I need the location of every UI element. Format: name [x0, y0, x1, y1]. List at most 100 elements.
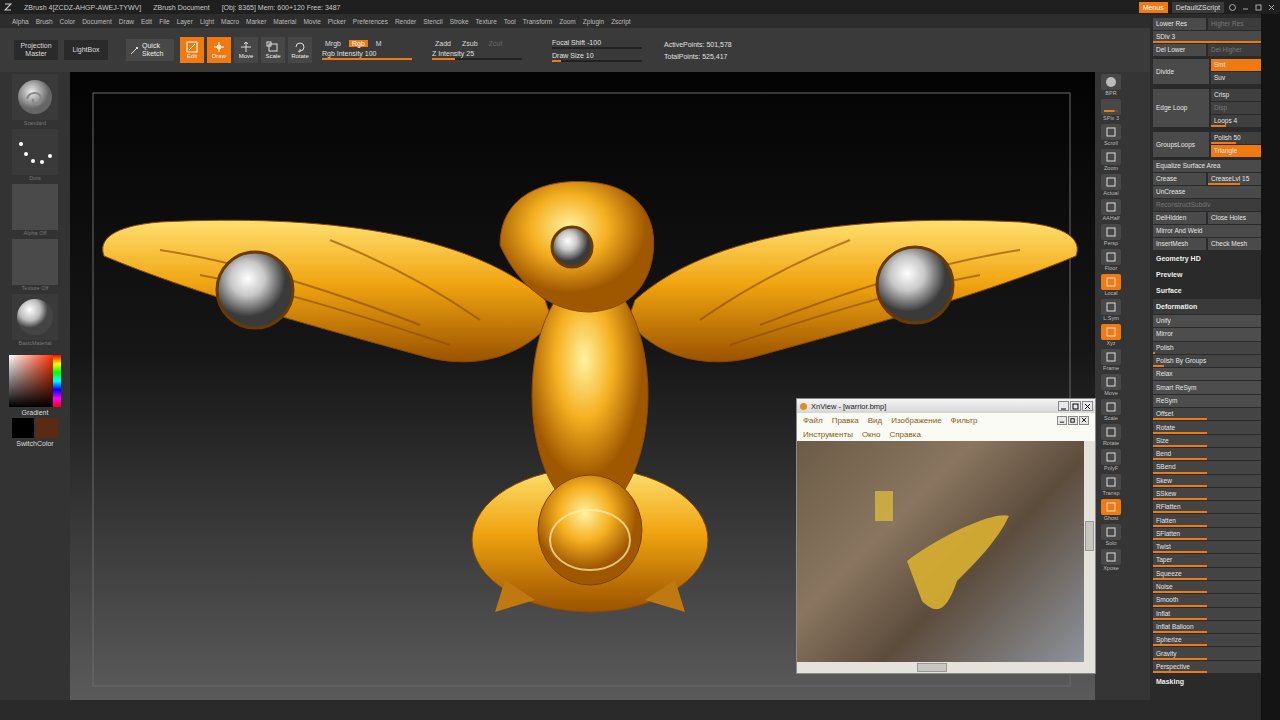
xnview-window[interactable]: XnView - [warrior.bmp]ФайлПравкаВидИзобр…: [796, 398, 1096, 674]
xnview-title-bar[interactable]: XnView - [warrior.bmp]: [797, 399, 1095, 413]
deformation-item[interactable]: Relax: [1153, 368, 1261, 380]
shelf-tool[interactable]: Zoom: [1098, 149, 1124, 171]
mode-button[interactable]: Draw: [207, 37, 231, 63]
menu-item[interactable]: Movie: [303, 18, 320, 25]
shelf-tool[interactable]: Local: [1098, 274, 1124, 296]
quick-sketch-button[interactable]: Quick Sketch: [126, 39, 174, 61]
deformation-item[interactable]: RFlatten: [1153, 501, 1261, 513]
palette-button[interactable]: Edge Loop: [1153, 89, 1209, 127]
deformation-item[interactable]: SFlatten: [1153, 528, 1261, 540]
shelf-tool[interactable]: Scroll: [1098, 124, 1124, 146]
palette-option[interactable]: Disp: [1211, 102, 1261, 114]
color-mode-toggle[interactable]: Mrgb: [322, 40, 344, 47]
xnview-menu-item[interactable]: Инструменты: [803, 430, 853, 439]
deformation-item[interactable]: Skew: [1153, 475, 1261, 487]
palette-button[interactable]: Check Mesh: [1208, 238, 1261, 250]
child-restore-button[interactable]: [1068, 416, 1078, 425]
deformation-item[interactable]: Smart ReSym: [1153, 381, 1261, 393]
vertical-scrollbar[interactable]: [1084, 441, 1095, 662]
shelf-tool[interactable]: Scale: [1098, 399, 1124, 421]
palette-button[interactable]: CreaseLvl 15: [1208, 173, 1261, 185]
palette-option[interactable]: Crisp: [1211, 89, 1261, 101]
close-icon[interactable]: [1267, 3, 1276, 12]
menu-item[interactable]: Edit: [141, 18, 152, 25]
palette-button[interactable]: Del Lower: [1153, 44, 1206, 56]
shelf-tool[interactable]: Actual: [1098, 174, 1124, 196]
main-color-swatch[interactable]: [12, 418, 34, 438]
minimize-icon[interactable]: [1241, 3, 1250, 12]
gradient-label[interactable]: Gradient: [22, 409, 49, 416]
shelf-button[interactable]: LightBox: [64, 40, 108, 60]
child-minimize-button[interactable]: [1057, 416, 1067, 425]
deformation-item[interactable]: Gravity: [1153, 647, 1261, 659]
mode-button[interactable]: Scale: [261, 37, 285, 63]
deformation-item[interactable]: Smooth: [1153, 594, 1261, 606]
palette-section[interactable]: Deformation: [1153, 299, 1261, 314]
xnview-close-button[interactable]: [1082, 401, 1093, 411]
mode-button[interactable]: Edit: [180, 37, 204, 63]
mode-button[interactable]: Rotate: [288, 37, 312, 63]
shelf-tool[interactable]: BPR: [1098, 74, 1124, 96]
menu-item[interactable]: Transform: [523, 18, 552, 25]
menu-item[interactable]: Texture: [476, 18, 497, 25]
shelf-button[interactable]: Projection Master: [14, 40, 58, 60]
deformation-item[interactable]: Bend: [1153, 448, 1261, 460]
deformation-item[interactable]: SBend: [1153, 461, 1261, 473]
menu-item[interactable]: Stencil: [423, 18, 443, 25]
menu-item[interactable]: Draw: [119, 18, 134, 25]
thumbnail-button[interactable]: Texture Off: [12, 239, 58, 292]
deformation-item[interactable]: Rotate: [1153, 421, 1261, 433]
menu-item[interactable]: Zoom: [559, 18, 576, 25]
xnview-menu-item[interactable]: Правка: [832, 416, 859, 425]
palette-option[interactable]: Loops 4: [1211, 115, 1261, 127]
xnview-menu-item[interactable]: Файл: [803, 416, 823, 425]
palette-button[interactable]: UnCrease: [1153, 186, 1261, 198]
color-mode-toggle[interactable]: Rgb: [349, 40, 368, 47]
palette-button[interactable]: Del Higher: [1208, 44, 1261, 56]
shelf-tool[interactable]: Frame: [1098, 349, 1124, 371]
palette-button[interactable]: DelHidden: [1153, 212, 1206, 224]
palette-option[interactable]: Smt: [1211, 59, 1261, 71]
thumbnail-button[interactable]: Standard: [12, 74, 58, 127]
z-mode-toggle[interactable]: Zcut: [486, 40, 506, 47]
deformation-item[interactable]: Perspective: [1153, 661, 1261, 673]
thumbnail-button[interactable]: BasicMaterial: [12, 294, 58, 347]
thumbnail-button[interactable]: Alpha Off: [12, 184, 58, 237]
palette-section[interactable]: Surface: [1153, 283, 1261, 298]
deformation-item[interactable]: Twist: [1153, 541, 1261, 553]
deformation-item[interactable]: Size: [1153, 435, 1261, 447]
xnview-maximize-button[interactable]: [1070, 401, 1081, 411]
deformation-item[interactable]: Polish By Groups: [1153, 355, 1261, 367]
palette-scroll-strip[interactable]: [1261, 14, 1280, 720]
menu-item[interactable]: Material: [273, 18, 296, 25]
xnview-menu-item[interactable]: Изображение: [891, 416, 941, 425]
palette-button[interactable]: Lower Res: [1153, 18, 1206, 30]
palette-button[interactable]: ReconstructSubdiv: [1153, 199, 1261, 211]
palette-button[interactable]: Mirror And Weld: [1153, 225, 1261, 237]
shelf-tool[interactable]: Xyz: [1098, 324, 1124, 346]
menu-item[interactable]: Stroke: [450, 18, 469, 25]
mode-button[interactable]: Move: [234, 37, 258, 63]
menu-item[interactable]: Preferences: [353, 18, 388, 25]
switch-color-button[interactable]: SwitchColor: [16, 440, 53, 447]
menu-item[interactable]: Zplugin: [583, 18, 604, 25]
menu-item[interactable]: Color: [60, 18, 76, 25]
shelf-tool[interactable]: Xpose: [1098, 549, 1124, 571]
shelf-tool[interactable]: Transp: [1098, 474, 1124, 496]
shelf-tool[interactable]: AAHalf: [1098, 199, 1124, 221]
deformation-item[interactable]: ReSym: [1153, 395, 1261, 407]
palette-section[interactable]: Preview: [1153, 267, 1261, 282]
deformation-item[interactable]: Squeeze: [1153, 568, 1261, 580]
shelf-tool[interactable]: Move: [1098, 374, 1124, 396]
horizontal-scrollbar[interactable]: [797, 662, 1095, 673]
shelf-tool[interactable]: Floor: [1098, 249, 1124, 271]
xnview-menu-item[interactable]: Окно: [862, 430, 881, 439]
help-icon[interactable]: [1228, 3, 1237, 12]
rgb-intensity-slider[interactable]: Rgb Intensity 100: [322, 50, 422, 60]
palette-slider[interactable]: SDiv 3: [1153, 31, 1261, 43]
shelf-tool[interactable]: Ghost: [1098, 499, 1124, 521]
palette-option[interactable]: Triangle: [1211, 145, 1261, 157]
palette-option[interactable]: Polish 50: [1211, 132, 1261, 144]
menu-item[interactable]: Document: [82, 18, 112, 25]
menu-item[interactable]: Light: [200, 18, 214, 25]
